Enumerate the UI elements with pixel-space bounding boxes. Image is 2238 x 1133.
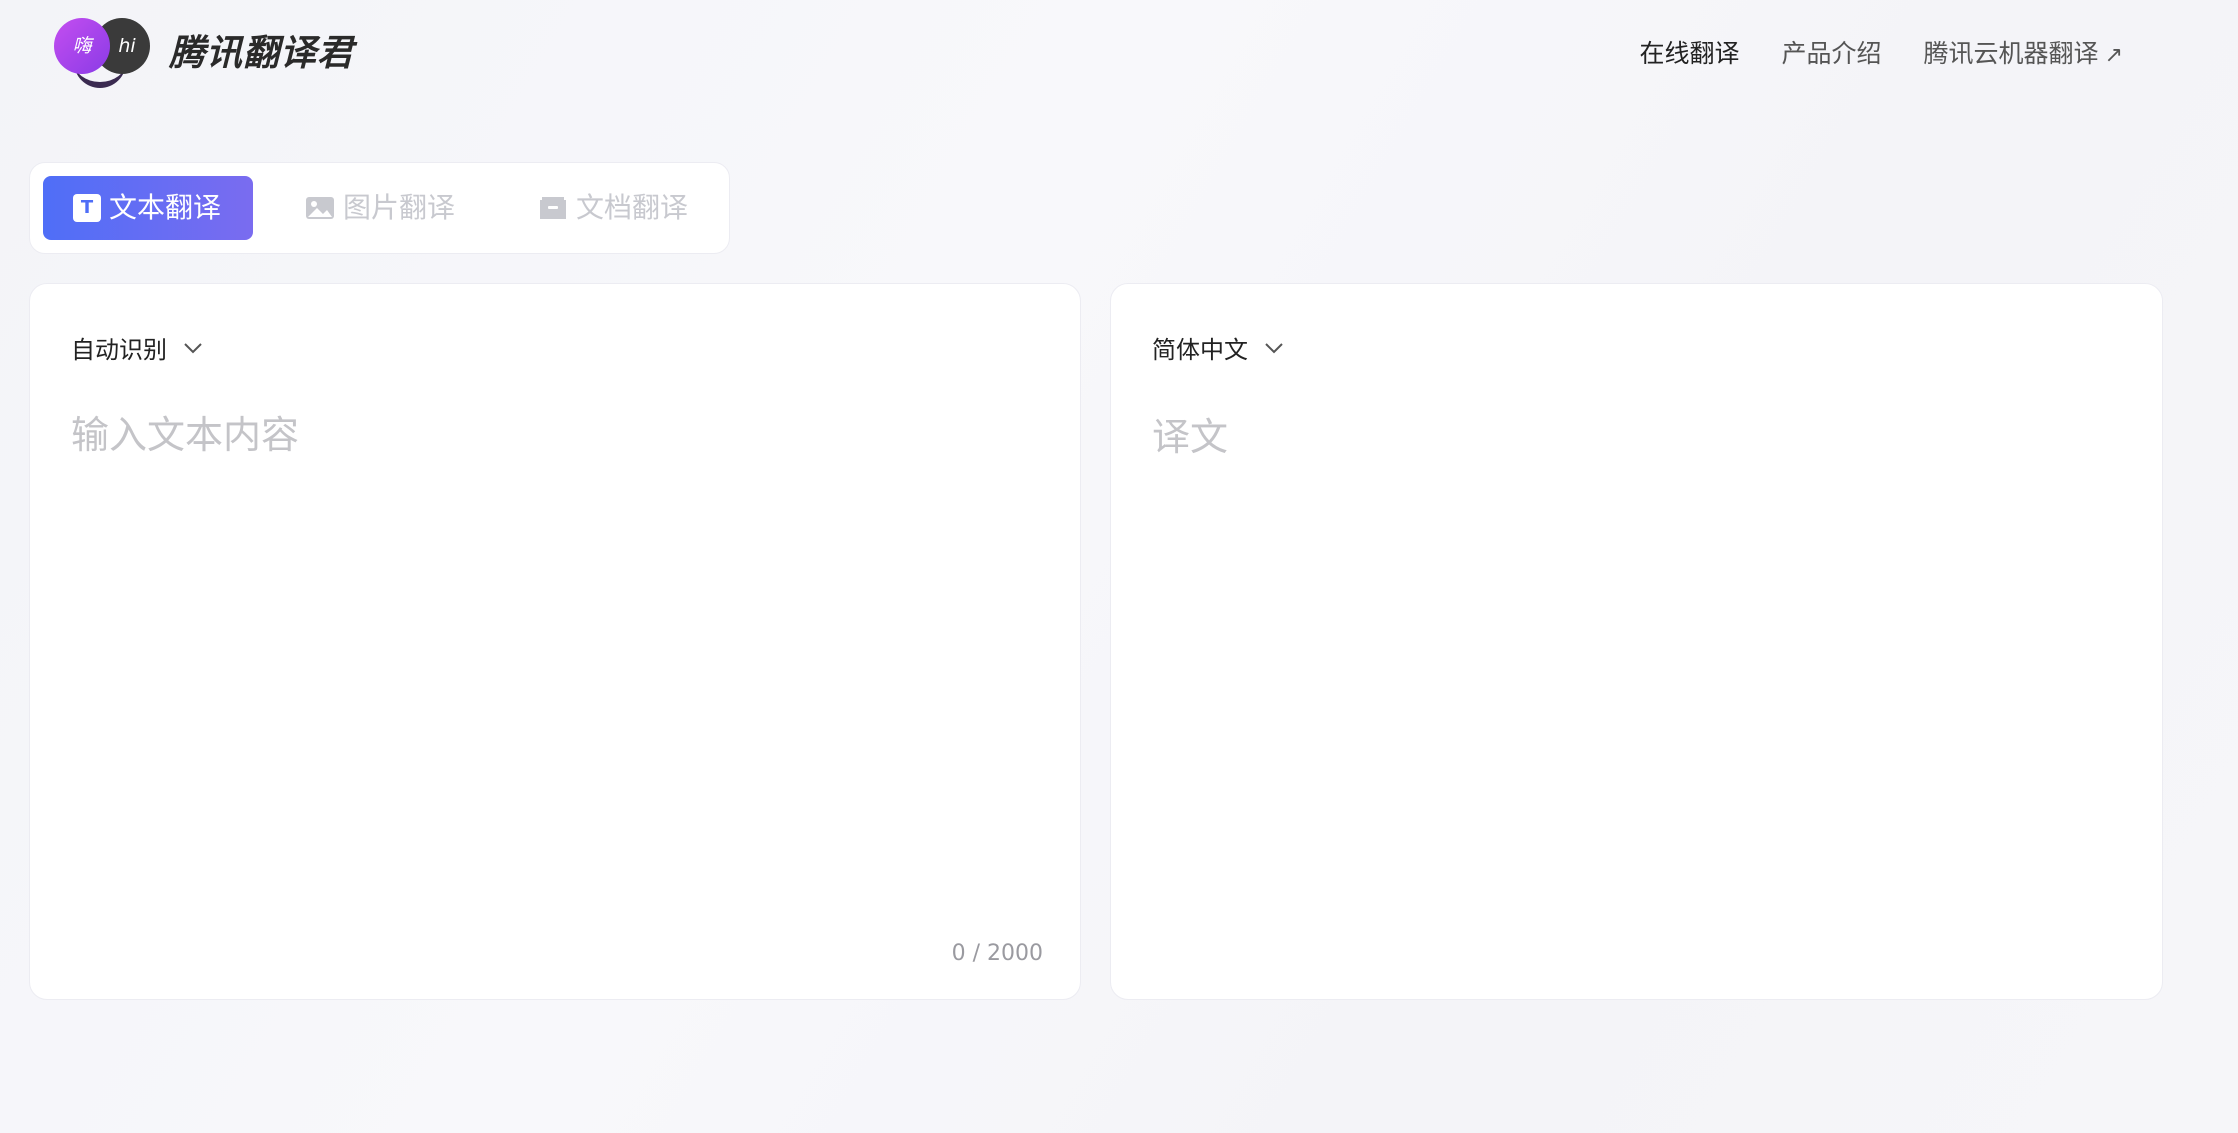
source-language-select[interactable]: 自动识别 — [71, 330, 203, 365]
tab-document-translate[interactable]: 文档翻译 — [538, 176, 688, 240]
target-panel: 简体中文 译文 — [1110, 283, 2163, 1000]
chevron-down-icon — [184, 342, 202, 353]
nav-tencent-cloud-mt-label: 腾讯云机器翻译 — [1923, 39, 2099, 68]
source-panel: 自动识别 0 / 2000 — [29, 283, 1081, 1000]
tab-document-translate-label: 文档翻译 — [576, 191, 689, 224]
tab-text-translate[interactable]: T 文本翻译 — [43, 176, 253, 240]
translation-output: 译文 — [1152, 415, 1229, 459]
external-link-icon: ↗ — [2104, 43, 2123, 68]
nav-product-intro[interactable]: 产品介绍 — [1782, 34, 1882, 70]
target-language-label: 简体中文 — [1152, 336, 1248, 364]
chevron-down-icon — [1265, 342, 1283, 353]
brand-logo[interactable]: hi 嗨 腾讯翻译君 — [54, 14, 374, 90]
tab-text-translate-label: 文本翻译 — [109, 191, 222, 224]
text-t-icon: T — [73, 194, 101, 222]
document-icon — [540, 197, 566, 219]
top-nav: 在线翻译 产品介绍 腾讯云机器翻译 ↗ — [1640, 34, 2123, 70]
translate-mode-tabs: T 文本翻译 图片翻译 文档翻译 — [29, 162, 730, 254]
source-language-label: 自动识别 — [71, 336, 167, 364]
image-icon — [306, 197, 334, 219]
logo-hai-badge: 嗨 — [54, 18, 110, 74]
target-language-select[interactable]: 简体中文 — [1152, 330, 1284, 365]
tab-image-translate[interactable]: 图片翻译 — [305, 176, 455, 240]
brand-name: 腾讯翻译君 — [169, 33, 355, 74]
nav-tencent-cloud-mt[interactable]: 腾讯云机器翻译 ↗ — [1924, 34, 2123, 70]
char-counter: 0 / 2000 — [951, 941, 1043, 966]
nav-online-translate[interactable]: 在线翻译 — [1640, 34, 1740, 70]
tab-image-translate-label: 图片翻译 — [343, 191, 456, 224]
source-text-input[interactable] — [71, 404, 1031, 904]
header: hi 嗨 腾讯翻译君 在线翻译 产品介绍 腾讯云机器翻译 ↗ — [0, 0, 2238, 110]
